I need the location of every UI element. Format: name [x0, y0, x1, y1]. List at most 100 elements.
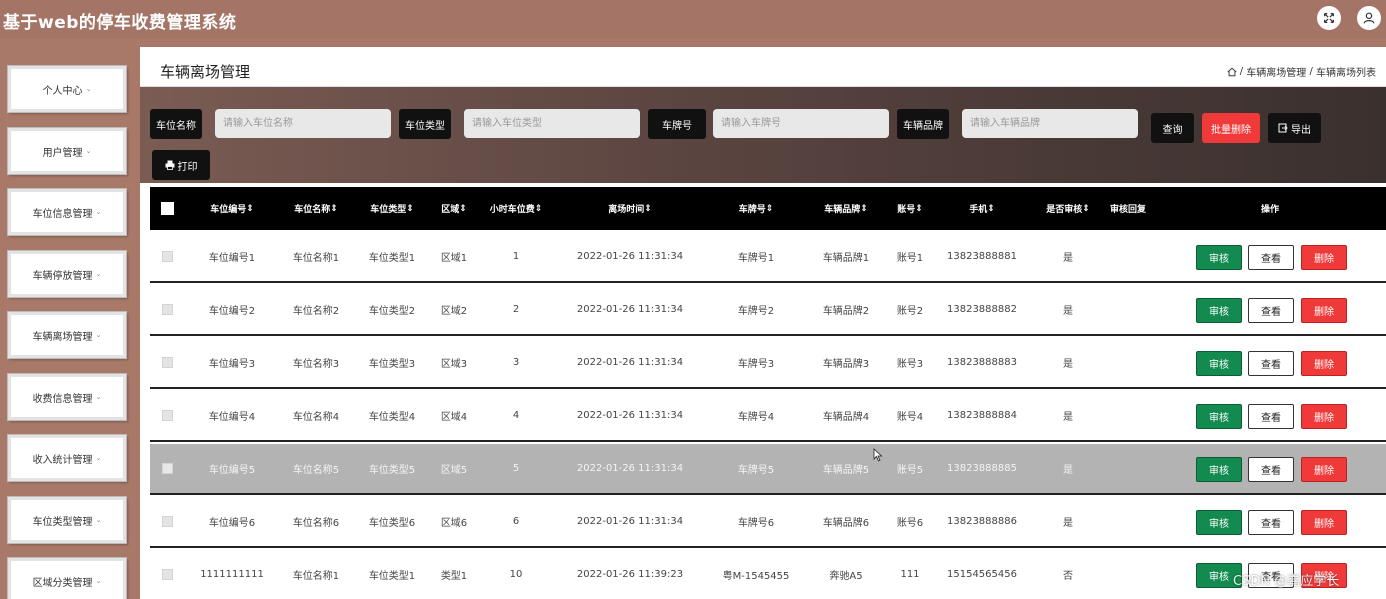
row-checkbox[interactable] [160, 391, 174, 440]
breadcrumb: / 车辆离场管理 / 车辆离场列表 [1227, 64, 1376, 79]
table-cell: 1 [512, 251, 520, 262]
table-cell: 车辆品牌6 [822, 518, 870, 529]
view-button[interactable]: 查看 [1248, 510, 1294, 535]
delete-button[interactable]: 删除 [1301, 457, 1347, 482]
delete-button[interactable]: 删除 [1301, 404, 1347, 429]
audit-button[interactable]: 审核 [1196, 404, 1242, 429]
audit-button[interactable]: 审核 [1196, 510, 1242, 535]
table-cell: 是 [1063, 412, 1073, 423]
main-content: 车辆离场管理 / 车辆离场管理 / 车辆离场列表 车位名称 车位类型 车牌号 车… [140, 47, 1386, 599]
table-cell [1102, 391, 1154, 440]
plate-number-input[interactable] [713, 109, 889, 138]
sidebar-item-parking-info[interactable]: 车位信息管理 ⌄ [8, 189, 126, 235]
table-cell: 2022-01-26 11:31:34 [576, 410, 684, 421]
print-button[interactable]: 打印 [152, 150, 210, 180]
col-header[interactable]: 车位名称 ⇕ [282, 187, 350, 230]
vehicle-brand-input[interactable] [962, 109, 1138, 138]
sidebar-item-vehicle-parking[interactable]: 车辆停放管理 ⌄ [8, 251, 126, 297]
row-checkbox[interactable] [160, 497, 174, 546]
table-row[interactable]: 车位编号4 车位名称4 车位类型4 区域4 4 2022-01-26 11:31:34 车牌… [150, 391, 1386, 442]
row-checkbox[interactable] [160, 338, 174, 387]
table-cell: 2022-01-26 11:39:23 [576, 569, 684, 580]
view-button[interactable]: 查看 [1248, 457, 1294, 482]
table-cell: 类型1 [440, 571, 468, 582]
query-button[interactable]: 查询 [1151, 113, 1194, 143]
col-header[interactable]: 账号 ⇕ [888, 187, 932, 230]
table-cell: 区域4 [440, 412, 468, 423]
table-cell [1102, 444, 1154, 493]
app-title: 基于web的停车收费管理系统 [3, 13, 237, 33]
row-checkbox[interactable] [160, 232, 174, 281]
page-header: 车辆离场管理 / 车辆离场管理 / 车辆离场列表 [140, 47, 1386, 87]
sort-icon: ⇕ [1082, 203, 1090, 214]
parking-type-input[interactable] [464, 109, 640, 138]
audit-button[interactable]: 审核 [1196, 298, 1242, 323]
table-cell: 2022-01-26 11:31:34 [576, 516, 684, 527]
col-header[interactable]: 离场时间 ⇕ [560, 187, 700, 230]
table-row[interactable]: 1111111111 车位名称1 车位类型1 类型1 10 2022-01-26 11:3… [150, 550, 1386, 599]
sort-icon: ⇕ [644, 203, 652, 214]
table-cell: 区域3 [440, 359, 468, 370]
audit-button[interactable]: 审核 [1196, 351, 1242, 376]
sidebar-item-fee-info[interactable]: 收费信息管理 ⌄ [8, 374, 126, 420]
view-button[interactable]: 查看 [1248, 298, 1294, 323]
delete-button[interactable]: 删除 [1301, 298, 1347, 323]
table-row[interactable]: 车位编号2 车位名称2 车位类型2 区域2 2 2022-01-26 11:31:34 车牌… [150, 285, 1386, 336]
chevron-down-icon: ⌄ [95, 516, 102, 524]
col-header[interactable]: 是否审核 ⇕ [1038, 187, 1098, 230]
view-button[interactable]: 查看 [1248, 245, 1294, 270]
sidebar-item-parking-type[interactable]: 车位类型管理 ⌄ [8, 497, 126, 543]
table-cell: 车位类型6 [368, 518, 416, 529]
col-header[interactable]: 车位类型 ⇕ [358, 187, 426, 230]
row-checkbox[interactable] [160, 444, 174, 493]
delete-button[interactable]: 删除 [1301, 351, 1347, 376]
user-icon[interactable] [1357, 6, 1381, 30]
col-header[interactable]: 车牌号 ⇕ [720, 187, 792, 230]
col-header[interactable]: 车位编号 ⇕ [198, 187, 266, 230]
table-cell: 车位编号3 [208, 359, 256, 370]
sort-icon: ⇕ [860, 203, 868, 214]
col-header[interactable]: 手机 ⇕ [940, 187, 1024, 230]
col-header[interactable]: 区域 ⇕ [432, 187, 476, 230]
page-title: 车辆离场管理 [160, 63, 251, 81]
sort-icon: ⇕ [915, 203, 923, 214]
table-cell: 2022-01-26 11:31:34 [576, 357, 684, 368]
row-checkbox[interactable] [160, 550, 174, 599]
table-cell: 账号2 [896, 306, 924, 317]
table-row[interactable]: 车位编号5 车位名称5 车位类型5 区域5 5 2022-01-26 11:31:34 车牌… [150, 444, 1386, 495]
table-row[interactable]: 车位编号3 车位名称3 车位类型3 区域3 3 2022-01-26 11:31:34 车牌… [150, 338, 1386, 389]
table-row[interactable]: 车位编号1 车位名称1 车位类型1 区域1 1 2022-01-26 11:31:34 车牌… [150, 232, 1386, 283]
parking-name-input[interactable] [215, 109, 391, 138]
audit-button[interactable]: 审核 [1196, 457, 1242, 482]
sidebar-item-area-category[interactable]: 区域分类管理 ⌄ [8, 558, 126, 599]
view-button[interactable]: 查看 [1248, 404, 1294, 429]
col-header: 审核回复 [1109, 205, 1146, 215]
breadcrumb-level1[interactable]: 车辆离场管理 [1246, 64, 1306, 79]
table-cell: 车位类型1 [368, 253, 416, 264]
chevron-down-icon: ⌄ [85, 85, 92, 93]
row-checkbox[interactable] [160, 285, 174, 334]
col-header[interactable]: 车辆品牌 ⇕ [808, 187, 884, 230]
audit-button[interactable]: 审核 [1196, 245, 1242, 270]
sidebar-item-personal-center[interactable]: 个人中心 ⌄ [8, 66, 126, 112]
sort-icon: ⇕ [459, 203, 467, 214]
col-header[interactable]: 小时车位费 ⇕ [480, 187, 552, 230]
sidebar-item-user-management[interactable]: 用户管理 ⌄ [8, 128, 126, 174]
table-cell: 13823888885 [947, 463, 1017, 474]
table-cell: 15154565456 [947, 569, 1017, 580]
delete-button[interactable]: 删除 [1301, 510, 1347, 535]
view-button[interactable]: 查看 [1248, 351, 1294, 376]
delete-button[interactable]: 删除 [1301, 245, 1347, 270]
table-cell: 6 [512, 516, 520, 527]
fullscreen-icon[interactable] [1317, 6, 1341, 30]
sidebar-item-vehicle-departure[interactable]: 车辆离场管理 ⌄ [8, 312, 126, 358]
home-icon[interactable] [1227, 67, 1237, 77]
table-row[interactable]: 车位编号6 车位名称6 车位类型6 区域6 6 2022-01-26 11:31:34 车牌… [150, 497, 1386, 548]
table-cell: 2022-01-26 11:31:34 [576, 251, 684, 262]
select-all-checkbox[interactable] [160, 187, 174, 230]
export-button[interactable]: 导出 [1268, 113, 1321, 143]
batch-delete-button[interactable]: 批量删除 [1202, 113, 1260, 143]
table-cell: 车位编号4 [208, 412, 256, 423]
sidebar-item-income-stats[interactable]: 收入统计管理 ⌄ [8, 435, 126, 481]
table-cell [1102, 232, 1154, 281]
